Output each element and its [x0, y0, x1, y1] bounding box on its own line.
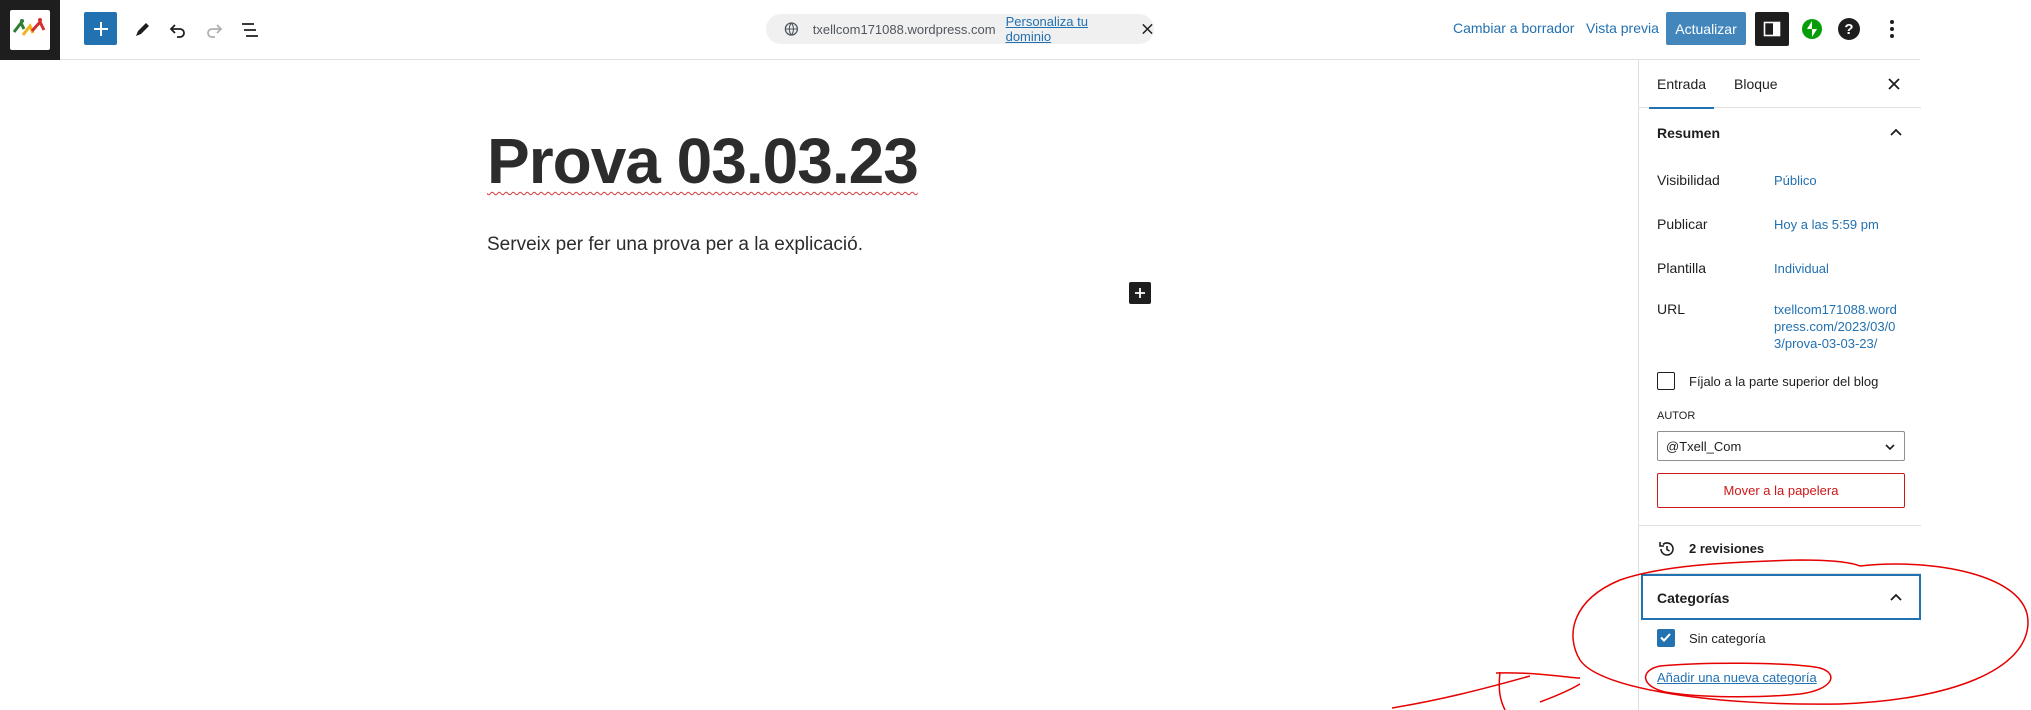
- help-button[interactable]: ?: [1838, 18, 1860, 40]
- author-select[interactable]: @Txell_Com: [1657, 431, 1905, 461]
- close-icon[interactable]: [1887, 77, 1901, 91]
- preview-button[interactable]: Vista previa: [1586, 20, 1659, 36]
- tools-button[interactable]: [126, 14, 158, 46]
- tab-block[interactable]: Bloque: [1734, 76, 1778, 92]
- redo-icon: [207, 24, 223, 38]
- url-label: URL: [1657, 301, 1686, 317]
- category-checkbox[interactable]: [1657, 629, 1675, 647]
- settings-toggle-button[interactable]: [1755, 12, 1789, 46]
- undo-icon: [169, 24, 185, 38]
- pencil-icon: [136, 23, 149, 36]
- switch-to-draft-button[interactable]: Cambiar a borrador: [1453, 20, 1574, 36]
- globe-icon: [784, 22, 799, 36]
- site-domain: txellcom171088.wordpress.com: [812, 21, 996, 37]
- redo-button[interactable]: [198, 14, 230, 46]
- domain-bar: txellcom171088.wordpress.com Personaliza…: [766, 14, 1154, 44]
- sticky-checkbox[interactable]: [1657, 372, 1675, 390]
- visibility-value[interactable]: Público: [1774, 173, 1817, 188]
- author-value: @Txell_Com: [1666, 438, 1742, 454]
- editor-canvas: Prova 03.03.23 Serveix per fer una prova…: [0, 60, 1638, 710]
- site-icon: [10, 10, 50, 50]
- site-logo[interactable]: [0, 0, 60, 60]
- history-icon: [1659, 542, 1674, 556]
- update-button[interactable]: Actualizar: [1666, 12, 1746, 45]
- chevron-up-icon[interactable]: [1889, 126, 1903, 138]
- categories-panel-title: Categorías: [1657, 590, 1730, 606]
- divider: [1639, 525, 1921, 526]
- inserter-plus-icon: [93, 21, 108, 36]
- more-options-icon: [1890, 20, 1894, 38]
- move-to-trash-button[interactable]: Mover a la papelera: [1657, 473, 1905, 508]
- chevron-up-icon: [1890, 593, 1902, 601]
- summary-panel-title[interactable]: Resumen: [1657, 125, 1720, 141]
- check-icon: [1660, 633, 1671, 642]
- help-icon: ?: [1844, 20, 1854, 38]
- tab-post[interactable]: Entrada: [1648, 76, 1715, 109]
- paragraph-block[interactable]: Serveix per fer una prova per a la expli…: [487, 234, 863, 256]
- post-title[interactable]: Prova 03.03.23: [487, 124, 919, 198]
- visibility-label: Visibilidad: [1657, 172, 1720, 188]
- list-view-icon: [242, 23, 258, 37]
- close-icon[interactable]: [1141, 22, 1154, 36]
- author-label: AUTOR: [1657, 410, 1696, 422]
- more-options-button[interactable]: [1880, 16, 1904, 42]
- list-view-button[interactable]: [234, 14, 266, 46]
- category-label: Sin categoría: [1689, 631, 1766, 646]
- url-value[interactable]: txellcom171088.word press.com/2023/03/0 …: [1774, 301, 1897, 352]
- jetpack-button[interactable]: [1801, 18, 1823, 40]
- add-new-category-link[interactable]: Añadir una nueva categoría: [1657, 670, 1817, 685]
- editor-top-bar: txellcom171088.wordpress.com Personaliza…: [0, 0, 1920, 60]
- settings-sidebar: Entrada Bloque Resumen Visibilidad Públi…: [1638, 60, 1921, 710]
- sidebar-tabs: Entrada Bloque: [1639, 60, 1921, 109]
- jetpack-icon: [1802, 19, 1822, 39]
- undo-button[interactable]: [162, 14, 194, 46]
- plus-icon: [1135, 288, 1145, 298]
- publish-date-value[interactable]: Hoy a las 5:59 pm: [1774, 217, 1879, 232]
- inserter-button[interactable]: [84, 12, 117, 45]
- chevron-down-icon: [1885, 444, 1895, 451]
- block-appender-button[interactable]: [1129, 282, 1151, 304]
- categories-panel-header[interactable]: Categorías: [1641, 574, 1921, 620]
- template-value[interactable]: Individual: [1774, 261, 1829, 276]
- template-label: Plantilla: [1657, 260, 1707, 276]
- customize-domain-link[interactable]: Personaliza tu dominio: [1006, 14, 1127, 44]
- publish-label: Publicar: [1657, 216, 1708, 232]
- revisions-link[interactable]: 2 revisiones: [1689, 541, 1764, 556]
- settings-panel-icon: [1763, 21, 1781, 37]
- sticky-label: Fíjalo a la parte superior del blog: [1689, 374, 1879, 389]
